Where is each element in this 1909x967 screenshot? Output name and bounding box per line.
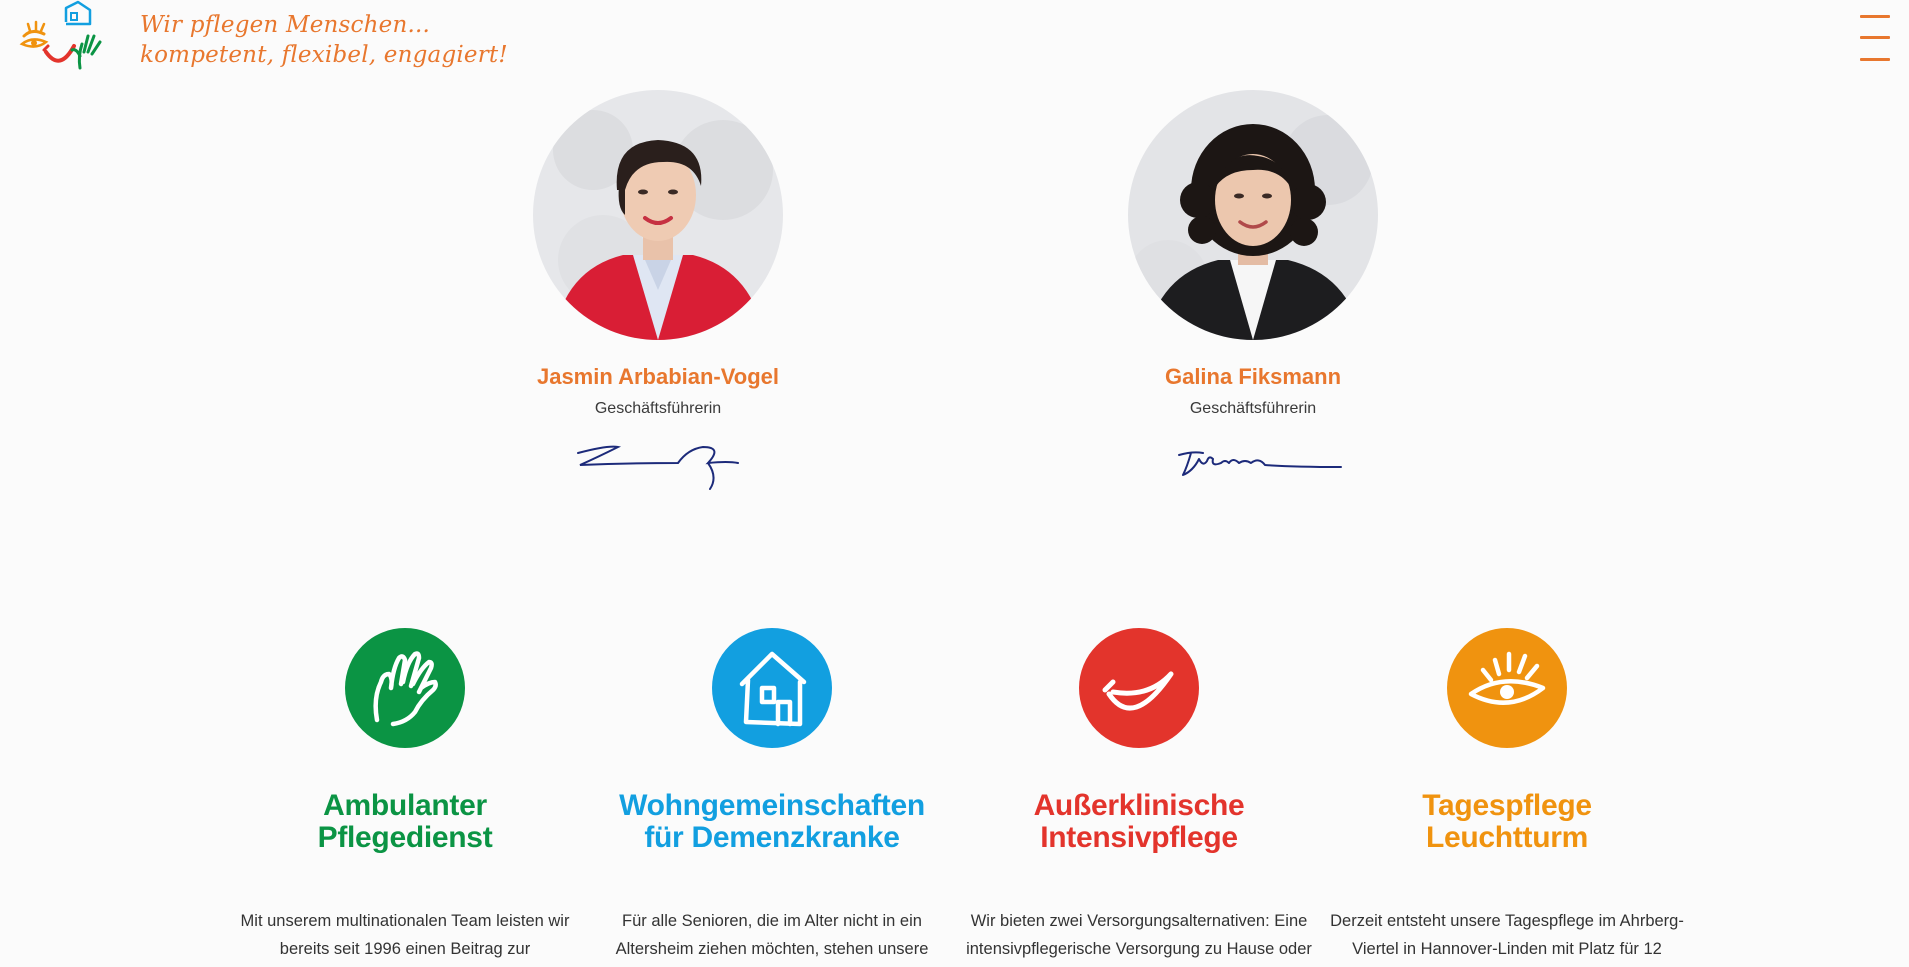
manager-photo xyxy=(533,90,783,340)
page: Wir pflegen Menschen... kompetent, flexi… xyxy=(0,0,1909,967)
service-title-line: Wohngemeinschaften xyxy=(619,789,925,822)
tagline-line-2: kompetent, flexibel, engagiert! xyxy=(140,42,508,68)
tagline-line-1: Wir pflegen Menschen... xyxy=(140,12,430,38)
manager-name: Jasmin Arbabian-Vogel xyxy=(536,364,780,389)
care-logo-icon xyxy=(19,0,102,70)
menu-bar xyxy=(1860,58,1890,61)
menu-bar xyxy=(1860,36,1890,39)
house-icon[interactable] xyxy=(712,628,832,748)
manager-card: Jasmin Arbabian-Vogel Geschäftsführerin xyxy=(448,90,868,498)
service-title-line: Intensivpflege xyxy=(1040,821,1238,854)
service-text-line: Altersheim ziehen möchten, stehen unsere xyxy=(615,940,929,958)
signature-image xyxy=(577,445,739,490)
service-text-line: Derzeit entsteht unsere Tagespflege im A… xyxy=(1330,912,1684,930)
eye-icon[interactable] xyxy=(1447,628,1567,748)
menu-bar xyxy=(1860,15,1890,18)
service-card-ambulant: Ambulanter Pflegedienst Mit unserem mult… xyxy=(225,628,585,963)
manager-role: Geschäftsführerin xyxy=(594,400,722,417)
service-title-line: Ambulanter xyxy=(323,789,487,822)
service-title: Ambulanter Pflegedienst xyxy=(225,790,585,854)
smile-icon[interactable] xyxy=(1079,628,1199,748)
manager-card: Galina Fiksmann Geschäftsführerin xyxy=(1043,90,1463,498)
service-text-line: Mit unserem multinationalen Team leisten… xyxy=(240,912,570,930)
service-title-line: Pflegedienst xyxy=(317,821,493,854)
hand-icon[interactable] xyxy=(345,628,465,748)
service-text-line: Viertel in Hannover-Linden mit Platz für… xyxy=(1352,940,1662,958)
service-title-line: Tagespflege xyxy=(1422,789,1592,822)
signature-image xyxy=(1178,451,1342,476)
site-logo[interactable] xyxy=(18,0,108,75)
hamburger-menu-icon[interactable] xyxy=(1856,12,1892,68)
service-card-tagespflege: Tagespflege Leuchtturm Derzeit entsteht … xyxy=(1327,628,1687,963)
manager-role: Geschäftsführerin xyxy=(1189,400,1317,417)
service-card-wohngemeinschaften: Wohngemeinschaften für Demenzkranke Für … xyxy=(592,628,952,963)
manager-name: Galina Fiksmann xyxy=(1164,364,1342,389)
service-text-line: bereits seit 1996 einen Beitrag zur xyxy=(279,940,531,958)
manager-photo xyxy=(1128,90,1378,340)
service-card-intensivpflege: Außerklinische Intensivpflege Wir bieten… xyxy=(959,628,1319,963)
service-title: Wohngemeinschaften für Demenzkranke xyxy=(592,790,952,854)
service-title-line: für Demenzkranke xyxy=(644,821,900,854)
service-text-line: Für alle Senioren, die im Alter nicht in… xyxy=(622,912,922,930)
service-title: Außerklinische Intensivpflege xyxy=(959,790,1319,854)
service-description: Mit unserem multinationalen Team leisten… xyxy=(225,907,585,963)
service-text-line: intensivpflegerische Versorgung zu Hause… xyxy=(966,940,1312,958)
service-description: Wir bieten zwei Versorgungsalternativen:… xyxy=(959,907,1319,963)
service-title-line: Leuchtturm xyxy=(1425,821,1588,854)
service-title: Tagespflege Leuchtturm xyxy=(1327,790,1687,854)
service-title-line: Außerklinische xyxy=(1033,789,1245,822)
service-description: Für alle Senioren, die im Alter nicht in… xyxy=(592,907,952,963)
service-description: Derzeit entsteht unsere Tagespflege im A… xyxy=(1327,907,1687,963)
service-text-line: Wir bieten zwei Versorgungsalternativen:… xyxy=(970,912,1308,930)
tagline: Wir pflegen Menschen... kompetent, flexi… xyxy=(140,10,508,70)
